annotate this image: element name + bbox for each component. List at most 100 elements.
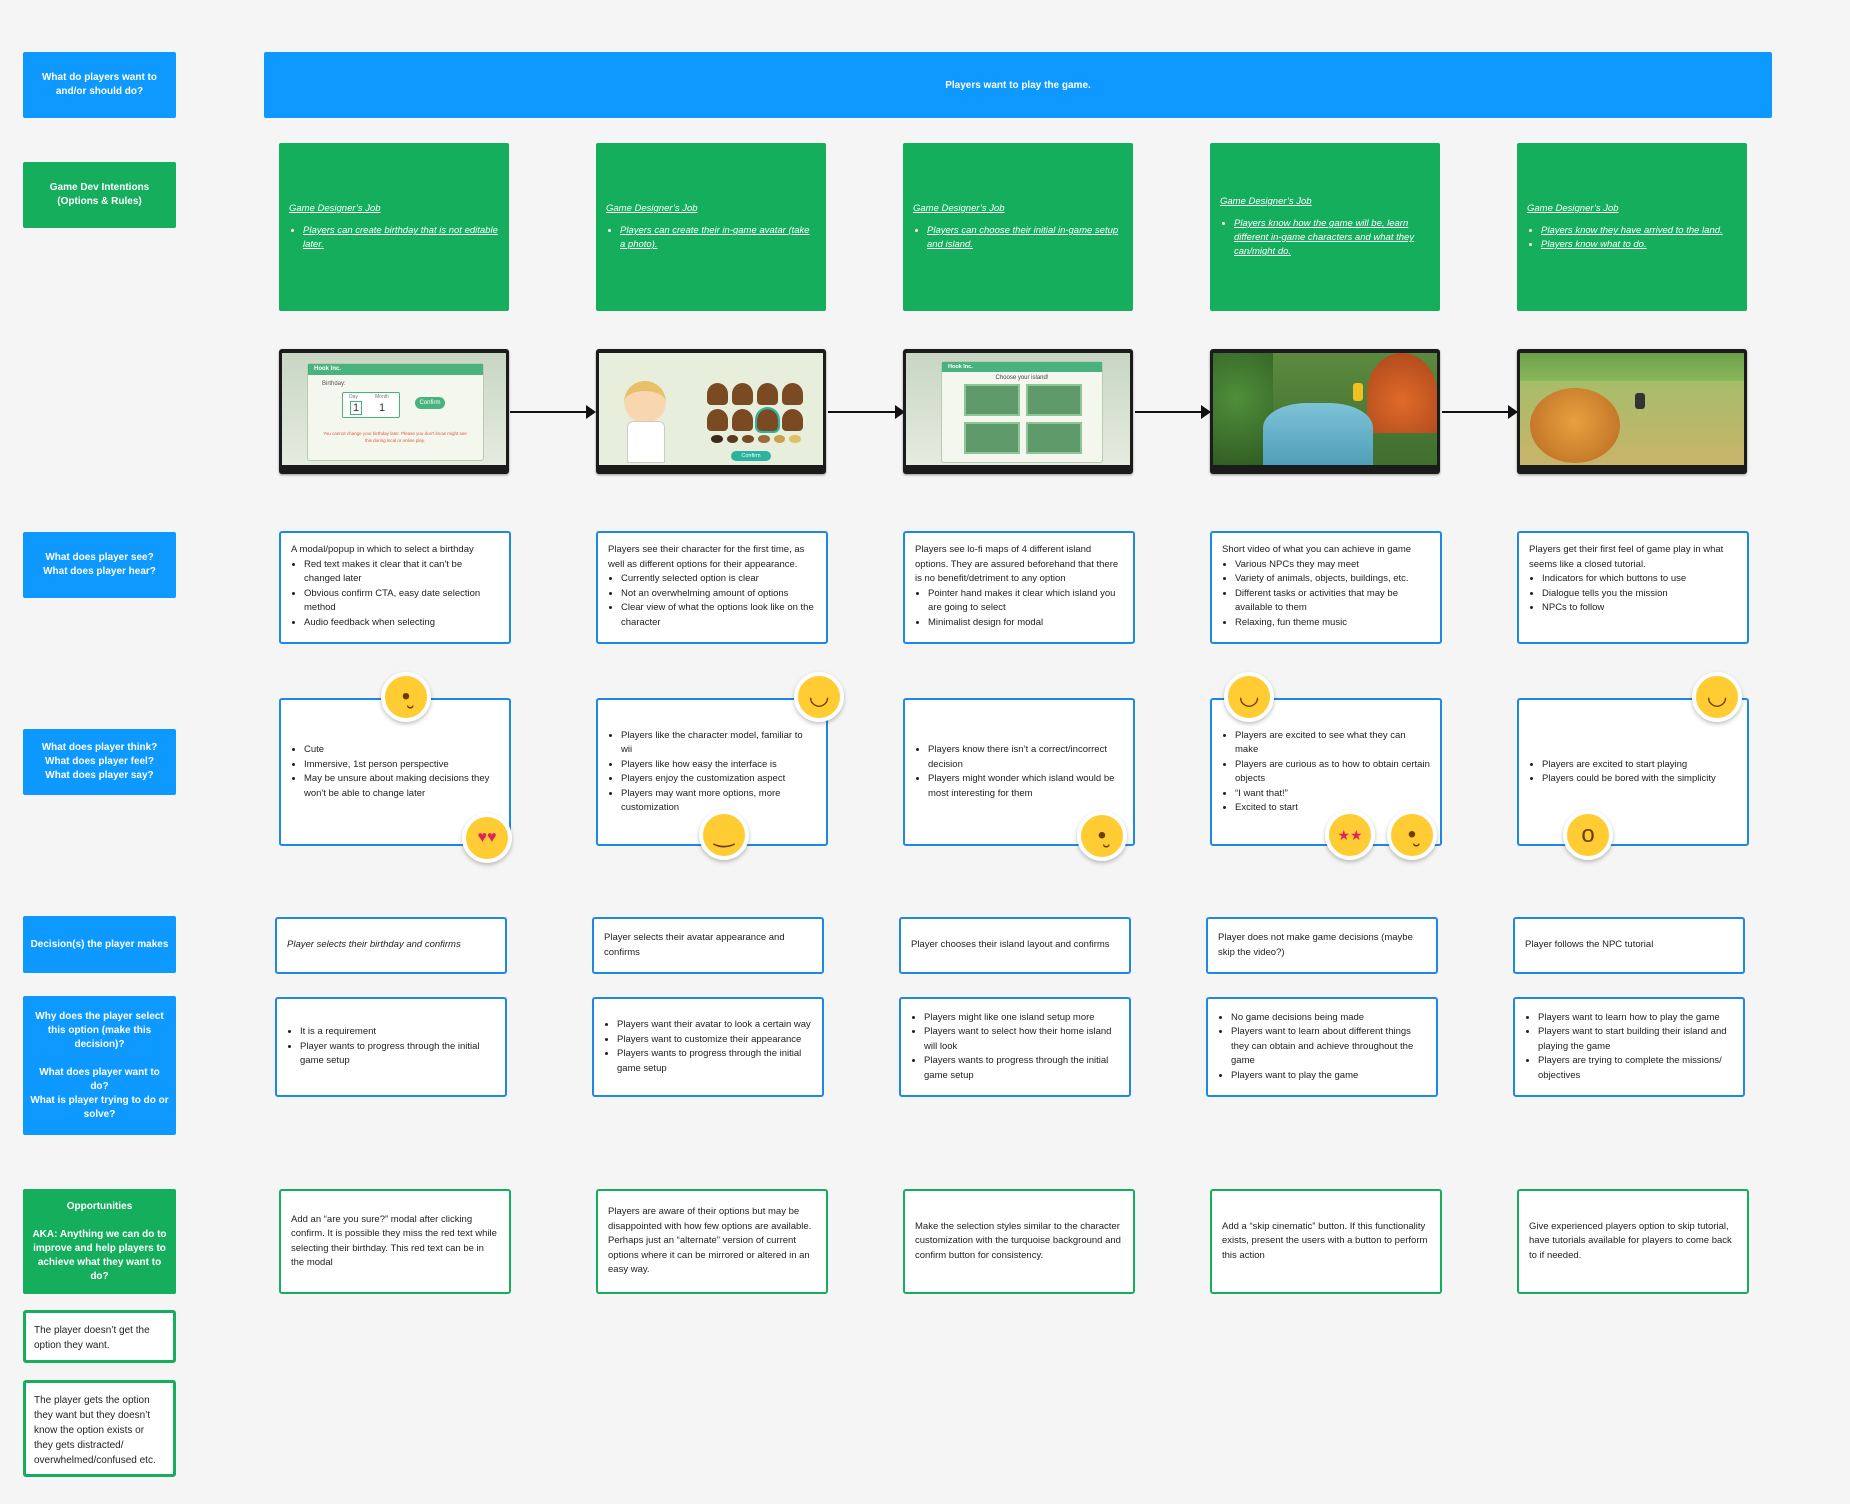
decision-text: Player does not make game decisions (may… <box>1218 932 1413 958</box>
see-hear-card: Players get their first feel of game pla… <box>1517 531 1749 644</box>
confirm-button[interactable]: Confirm <box>731 451 771 461</box>
decision-card: Player selects their avatar appearance a… <box>592 917 824 974</box>
row-label-want: What do players want to and/or should do… <box>23 52 176 118</box>
see-intro: Players see lo-fi maps of 4 different is… <box>915 544 1119 584</box>
opportunity-card: Add an “are you sure?” modal after click… <box>279 1189 511 1294</box>
note-card: The player doesn’t get the option they w… <box>23 1310 176 1363</box>
villager-figure <box>1353 383 1363 401</box>
journey-column-island: Game Designer’s Job Players can choose t… <box>899 0 1135 1504</box>
player-figure <box>1635 393 1645 409</box>
think-item: Players know there isn’t a correct/incor… <box>928 743 1123 772</box>
why-card: Players want to learn how to play the ga… <box>1513 997 1745 1097</box>
opportunity-text: Make the selection styles similar to the… <box>915 1220 1121 1261</box>
designer-job-title: Game Designer’s Job <box>289 203 381 214</box>
see-item: NPCs to follow <box>1542 601 1737 616</box>
decision-text: Player follows the NPC tutorial <box>1525 939 1654 951</box>
decision-text: Player selects their avatar appearance a… <box>604 932 785 958</box>
designer-job-card: Game Designer’s Job Players know how the… <box>1210 143 1440 311</box>
see-item: Obvious confirm CTA, easy date selection… <box>304 587 499 616</box>
flow-arrow <box>1135 405 1211 419</box>
think-item: Players are excited to see what they can… <box>1235 729 1430 758</box>
think-item: Cute <box>304 743 499 758</box>
see-intro: Players see their character for the firs… <box>608 544 805 570</box>
designer-job-title: Game Designer’s Job <box>1220 196 1312 207</box>
why-item: Players wants to progress through the in… <box>924 1054 1119 1083</box>
designer-job-item: Players can choose their initial in-game… <box>927 224 1123 252</box>
why-item: Players want to select how their home is… <box>924 1025 1119 1054</box>
why-item: Players want their avatar to look a cert… <box>617 1018 812 1033</box>
confirm-button[interactable]: Confirm <box>415 397 445 409</box>
row-label-decision: Decision(s) the player makes <box>23 916 176 973</box>
day-value[interactable]: 1 <box>350 401 363 415</box>
day-label: Day <box>349 394 358 400</box>
see-item: Indicators for which buttons to use <box>1542 572 1737 587</box>
opportunity-text: Give experienced players option to skip … <box>1529 1220 1732 1261</box>
opportunity-card: Players are aware of their options but m… <box>596 1189 828 1294</box>
journey-column-birthday: Game Designer’s Job Players can create b… <box>275 0 512 1504</box>
why-item: Player wants to progress through the ini… <box>300 1040 495 1069</box>
thinking-face-icon: •̮ <box>381 672 431 722</box>
screenshot-island: Hook Inc. Choose your island! <box>903 349 1133 474</box>
grinning-squinting-face-icon: ◡ <box>1224 672 1274 722</box>
star-struck-face-icon: ★★ <box>1325 810 1375 860</box>
heart-eyes-face-icon: ♥♥ <box>462 813 512 863</box>
see-item: Red text makes it clear that it can't be… <box>304 558 499 587</box>
why-item: Players want to play the game <box>1231 1069 1426 1084</box>
month-label: Month <box>375 394 389 400</box>
see-item: Clear view of what the options look like… <box>621 601 816 630</box>
think-item: “I want that!” <box>1235 787 1430 802</box>
see-item: Currently selected option is clear <box>621 572 816 587</box>
think-item: Players could be bored with the simplici… <box>1542 772 1737 787</box>
flow-arrow <box>510 405 596 419</box>
see-item: Different tasks or activities that may b… <box>1235 587 1430 616</box>
opportunity-card: Add a “skip cinematic” button. If this f… <box>1210 1189 1442 1294</box>
row-label-see-hear: What does player see? What does player h… <box>23 532 176 598</box>
hair-options-grid[interactable] <box>707 383 803 433</box>
see-item: Minimalist design for modal <box>928 616 1123 631</box>
think-item: May be unsure about making decisions the… <box>304 772 499 801</box>
designer-job-card: Game Designer’s Job Players can create b… <box>279 143 509 311</box>
think-item: Players are curious as to how to obtain … <box>1235 758 1430 787</box>
color-swatches[interactable] <box>711 435 802 443</box>
designer-job-title: Game Designer’s Job <box>1527 203 1619 214</box>
decision-card: Player does not make game decisions (may… <box>1206 917 1438 974</box>
think-item: Players like how easy the interface is <box>621 758 816 773</box>
see-item: Dialogue tells you the mission <box>1542 587 1737 602</box>
see-intro: Short video of what you can achieve in g… <box>1222 544 1412 555</box>
island-options-grid[interactable] <box>964 384 1082 454</box>
see-intro: A modal/popup in which to select a birth… <box>291 544 474 555</box>
see-hear-card: Players see their character for the firs… <box>596 531 828 644</box>
modal-header: Hook Inc. <box>308 364 483 375</box>
why-item: It is a requirement <box>300 1025 495 1040</box>
thinking-face-icon: •̮ <box>1077 811 1127 861</box>
month-value[interactable]: 1 <box>379 402 385 414</box>
opportunity-text: Add a “skip cinematic” button. If this f… <box>1222 1220 1428 1261</box>
note-card: The player gets the option they want but… <box>23 1380 176 1477</box>
yawning-face-icon: o <box>1563 810 1613 860</box>
warning-text: You cannot change your birthday later. P… <box>323 431 467 443</box>
opportunity-card: Make the selection styles similar to the… <box>903 1189 1135 1294</box>
row-label-opportunities: Opportunities AKA: Anything we can do to… <box>23 1189 176 1294</box>
designer-job-card: Game Designer’s Job Players can create t… <box>596 143 826 311</box>
thinking-face-icon: •̮ <box>1387 810 1437 860</box>
modal-title: Choose your island! <box>995 375 1049 381</box>
grinning-squinting-face-icon: ◡ <box>1692 672 1742 722</box>
why-card: No game decisions being made Players wan… <box>1206 997 1438 1097</box>
opportunity-card: Give experienced players option to skip … <box>1517 1189 1749 1294</box>
journey-column-tutorial: Game Designer’s Job Players know they ha… <box>1513 0 1749 1504</box>
designer-job-item: Players know they have arrived to the la… <box>1541 224 1737 238</box>
designer-job-card: Game Designer’s Job Players can choose t… <box>903 143 1133 311</box>
journey-column-video: Game Designer’s Job Players know how the… <box>1206 0 1442 1504</box>
why-item: Players want to learn about different th… <box>1231 1025 1426 1069</box>
flow-arrow <box>828 405 905 419</box>
row-label-why: Why does the player select this option (… <box>23 996 176 1135</box>
think-item: Players enjoy the customization aspect <box>621 772 816 787</box>
why-item: Players want to start building their isl… <box>1538 1025 1733 1054</box>
see-hear-card: Short video of what you can achieve in g… <box>1210 531 1442 644</box>
why-item: Players might like one island setup more <box>924 1011 1119 1026</box>
designer-job-title: Game Designer’s Job <box>606 203 698 214</box>
designer-job-item: Players know how the game will be, learn… <box>1234 217 1430 259</box>
decision-text: Player selects their birthday and confir… <box>287 939 461 951</box>
why-item: Players are trying to complete the missi… <box>1538 1054 1733 1083</box>
birthday-label: Birthday: <box>322 381 346 387</box>
